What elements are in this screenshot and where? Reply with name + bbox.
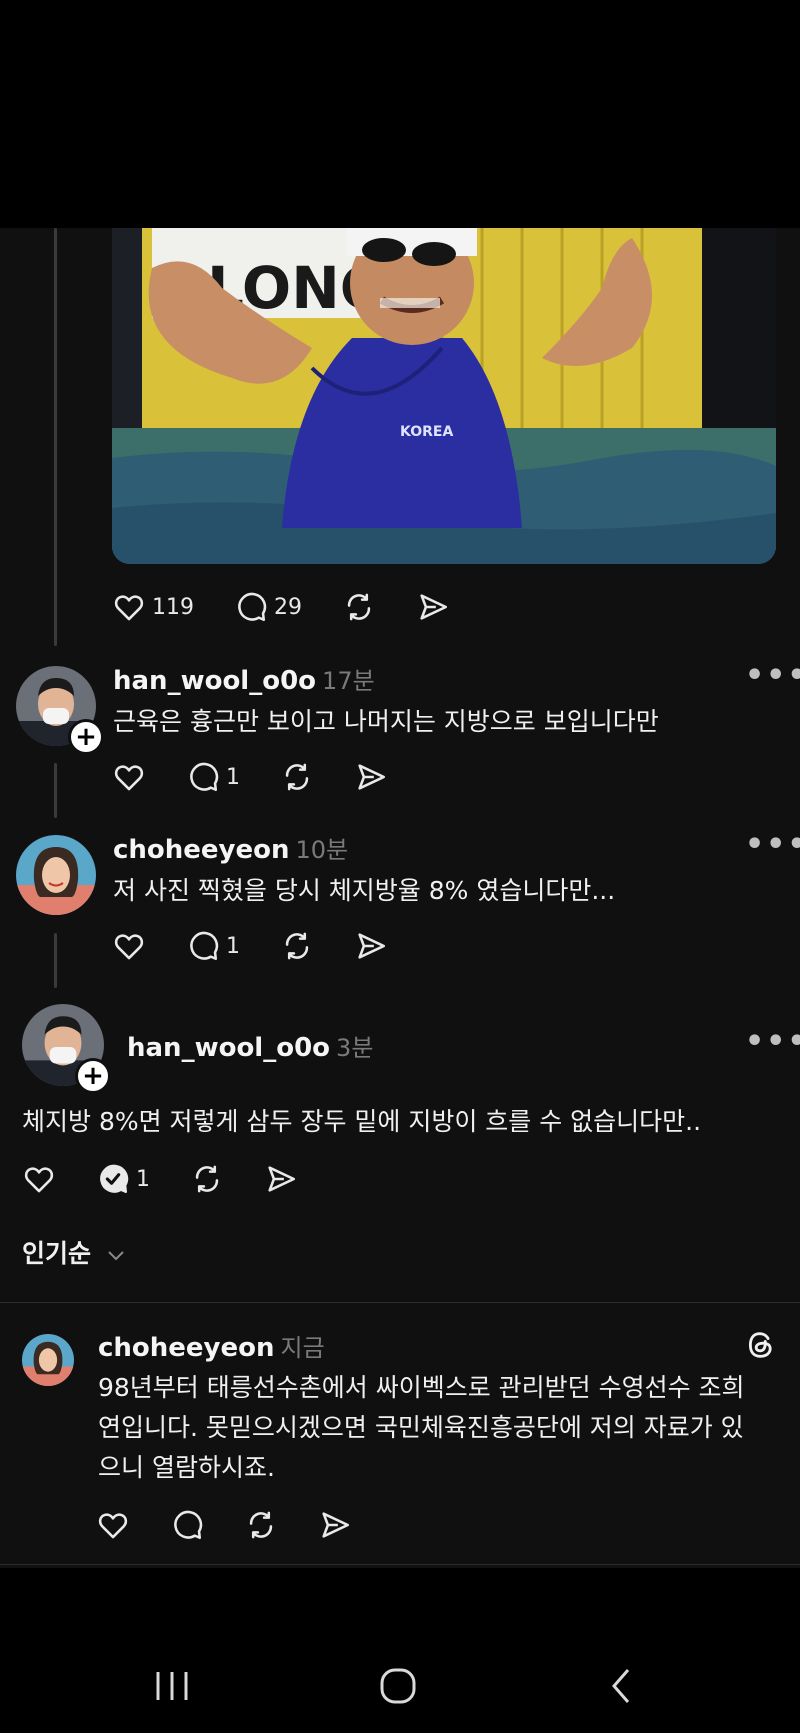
avatar-image — [22, 1334, 74, 1386]
heart-icon — [24, 1167, 54, 1193]
more-options-button[interactable]: ••• — [745, 658, 800, 693]
like-button[interactable] — [22, 1162, 56, 1196]
like-button[interactable] — [96, 1508, 130, 1542]
thread-line — [54, 933, 57, 988]
reply-actions — [96, 1508, 392, 1542]
avatar[interactable] — [16, 835, 96, 915]
timestamp: 3분 — [336, 1034, 374, 1062]
comment-count: 29 — [274, 594, 302, 620]
follow-plus-button[interactable]: + — [68, 719, 104, 755]
share-button[interactable] — [416, 590, 450, 624]
send-icon — [268, 1166, 296, 1192]
send-icon — [358, 933, 386, 959]
repost-button[interactable] — [280, 929, 314, 963]
comment-count: 1 — [136, 1166, 150, 1192]
timestamp: 지금 — [280, 1334, 325, 1362]
timestamp: 17분 — [322, 667, 375, 695]
repost-icon — [285, 763, 309, 791]
divider — [0, 1302, 800, 1303]
home-button[interactable] — [378, 1666, 418, 1710]
share-button[interactable] — [354, 760, 388, 794]
comment-button[interactable]: 1 — [186, 929, 240, 963]
repost-button[interactable] — [244, 1508, 278, 1542]
recent-apps-button[interactable] — [152, 1668, 192, 1708]
comment-button[interactable] — [170, 1508, 204, 1542]
heart-icon — [114, 595, 144, 621]
repost-button[interactable] — [280, 760, 314, 794]
comment-button[interactable]: 1 — [186, 760, 240, 794]
more-options-button[interactable]: ••• — [745, 827, 800, 862]
like-button[interactable]: 119 — [112, 590, 194, 624]
reply-author[interactable]: han_wool_o0o 3분 — [127, 1028, 373, 1063]
thread-line — [54, 228, 57, 646]
comment-icon — [190, 762, 219, 792]
more-options-button[interactable]: ••• — [745, 1024, 800, 1059]
avatar-image — [16, 835, 96, 915]
post-photo[interactable]: LONGI KOREA — [112, 228, 776, 564]
heart-icon — [114, 934, 144, 960]
chevron-down-icon — [108, 1251, 124, 1261]
username[interactable]: han_wool_o0o — [127, 1033, 330, 1063]
swimmer-photo: LONGI KOREA — [112, 228, 776, 564]
reply-author[interactable]: choheeyeon 10분 — [113, 830, 348, 865]
like-button[interactable] — [112, 760, 146, 794]
repost-icon — [347, 593, 371, 621]
sort-label: 인기순 — [22, 1239, 92, 1268]
repost-icon — [195, 1165, 219, 1193]
comment-icon — [238, 592, 267, 622]
send-icon — [358, 764, 386, 790]
post-actions: 119 29 — [112, 590, 490, 624]
send-icon — [322, 1512, 350, 1538]
comment-icon — [174, 1510, 203, 1540]
repost-button[interactable] — [190, 1162, 224, 1196]
reply-actions: 1 — [112, 929, 428, 963]
threads-logo-icon[interactable] — [744, 1328, 778, 1366]
comment-icon — [190, 931, 219, 961]
repost-icon — [285, 932, 309, 960]
share-button[interactable] — [318, 1508, 352, 1542]
comment-count: 1 — [226, 764, 240, 790]
like-button[interactable] — [112, 929, 146, 963]
suit-text: KOREA — [400, 424, 453, 440]
repost-icon — [249, 1511, 273, 1539]
thread-screen: LONGI KOREA 119 29 + han_wool_o0o 17분 ••… — [0, 228, 800, 1568]
reply-author[interactable]: han_wool_o0o 17분 — [113, 661, 375, 696]
comment-button[interactable]: 1 — [96, 1162, 150, 1196]
send-icon — [420, 594, 448, 620]
reply-text: 체지방 8%면 저렇게 삼두 장두 밑에 지방이 흐를 수 없습니다만.. — [22, 1107, 702, 1136]
repost-button[interactable] — [342, 590, 376, 624]
back-chevron-icon — [612, 1669, 630, 1703]
username[interactable]: choheeyeon — [113, 835, 290, 865]
reply-actions: 1 — [22, 1162, 338, 1196]
heart-icon — [98, 1513, 128, 1539]
heart-icon — [114, 765, 144, 791]
comment-button[interactable]: 29 — [234, 590, 302, 624]
reply-text: 저 사진 찍혔을 당시 체지방율 8% 였습니다만... — [113, 876, 616, 905]
system-nav-bar — [0, 1568, 800, 1733]
reply-actions: 1 — [112, 760, 428, 794]
reply-text: 98년부터 태릉선수촌에서 싸이벡스로 관리받던 수영선수 조희 연입니다. 못… — [98, 1368, 745, 1488]
comment-check-icon — [100, 1164, 129, 1194]
timestamp: 10분 — [295, 836, 349, 864]
follow-plus-button[interactable]: + — [75, 1058, 111, 1094]
sort-dropdown[interactable]: 인기순 — [22, 1234, 126, 1270]
share-button[interactable] — [354, 929, 388, 963]
back-button[interactable] — [606, 1666, 636, 1710]
reply-text-line: 연입니다. 못믿으시겠으면 국민체육진흥공단에 저의 자료가 있 — [98, 1413, 744, 1442]
username[interactable]: choheeyeon — [98, 1333, 275, 1363]
thread-line — [54, 763, 57, 818]
reply-text-line: 98년부터 태릉선수촌에서 싸이벡스로 관리받던 수영선수 조희 — [98, 1373, 745, 1402]
recent-apps-icon — [156, 1672, 188, 1700]
username[interactable]: han_wool_o0o — [113, 666, 316, 696]
share-button[interactable] — [264, 1162, 298, 1196]
home-icon — [380, 1668, 416, 1704]
divider — [0, 1564, 800, 1565]
reply-text: 근육은 흉근만 보이고 나머지는 지방으로 보입니다만 — [113, 707, 659, 736]
reply-text-line: 으니 열람하시죠. — [98, 1453, 275, 1482]
avatar[interactable] — [22, 1334, 74, 1386]
comment-count: 1 — [226, 933, 240, 959]
like-count: 119 — [152, 594, 194, 620]
reply-author[interactable]: choheeyeon 지금 — [98, 1328, 325, 1363]
